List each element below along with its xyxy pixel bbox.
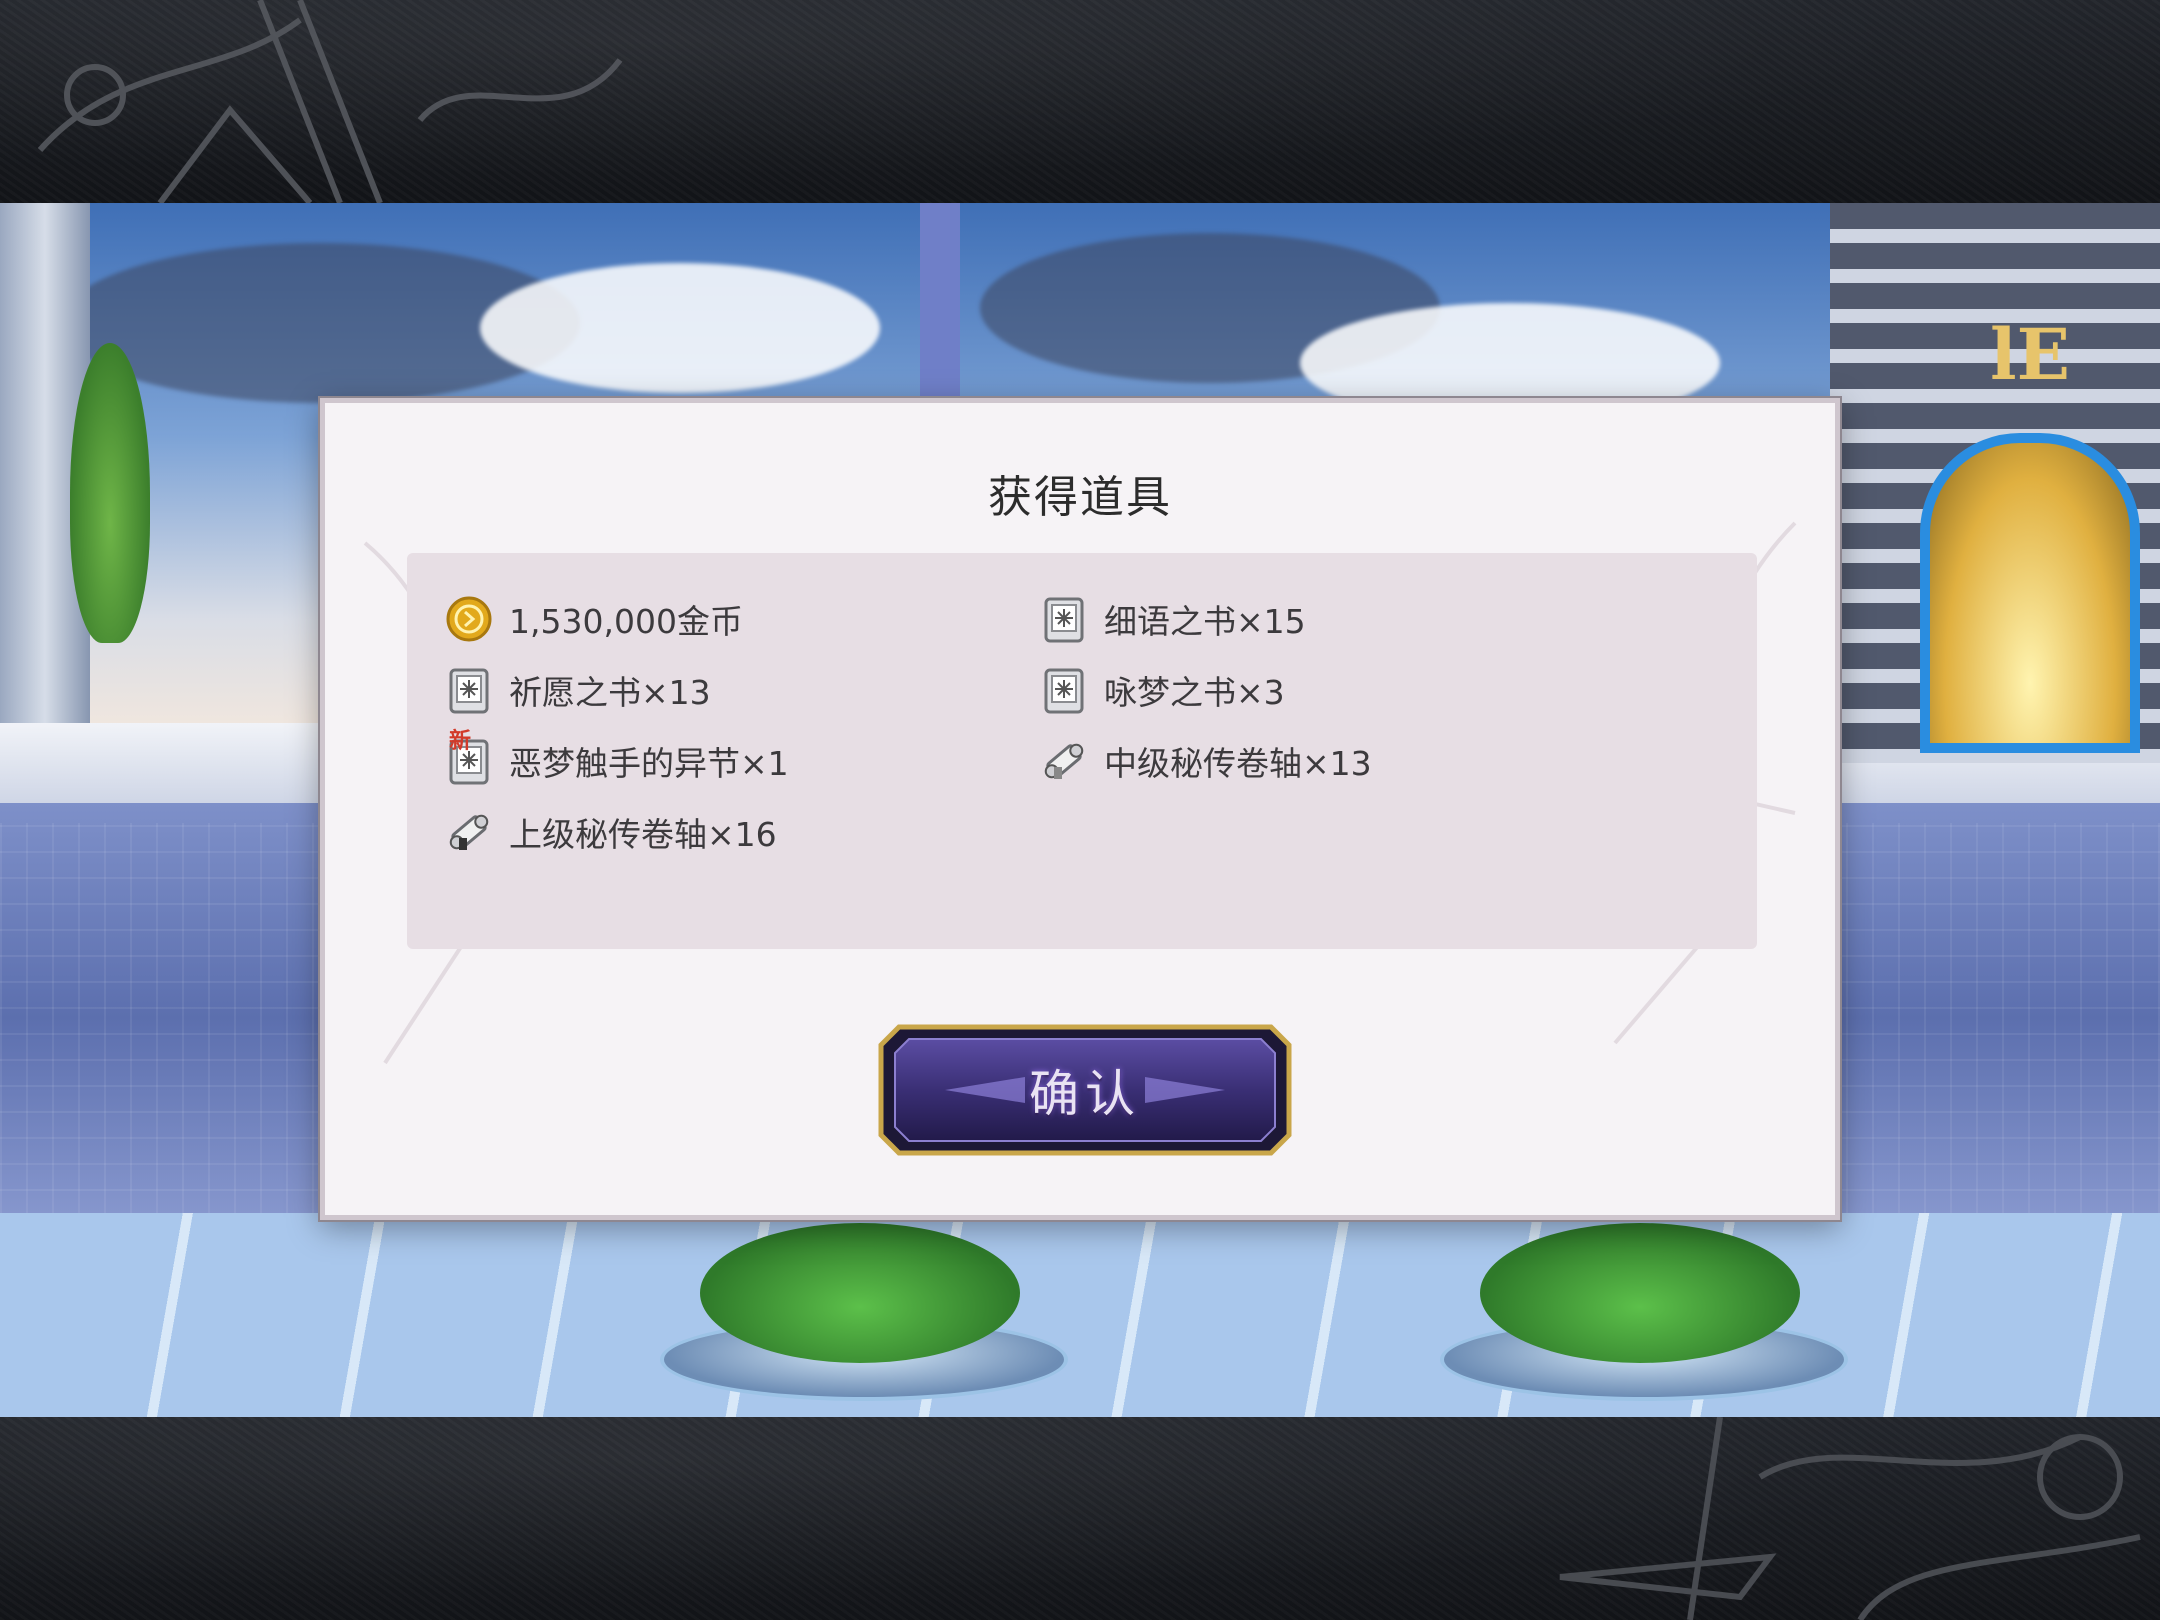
scroll-icon [445,808,493,856]
scroll-icon [1040,737,1088,785]
reward-item: 中级秘传卷轴×13 [1040,733,1372,789]
reward-item-label: 1,530,000金币 [509,602,743,641]
reward-list-panel: 1,530,000金币 祈愿之书×13 新 恶梦触手的异节×1 上级秘传卷轴×1… [407,553,1757,949]
reward-item-new: 新 恶梦触手的异节×1 [445,729,789,789]
reward-item: 祈愿之书×13 [445,662,711,718]
reward-dialog: 获得道具 1,530,000金币 祈愿之书×13 新 恶梦触手的异节×1 上级秘… [320,398,1840,1220]
book-icon: 新 [445,729,493,785]
reward-item: 咏梦之书×3 [1040,662,1285,718]
planter [1430,1223,1850,1401]
glowing-door [1920,433,2140,753]
reward-item-label: 祈愿之书×13 [509,673,711,712]
planter-bush [1480,1223,1800,1363]
reward-item-label: 细语之书×15 [1104,602,1306,641]
ornament-top-left [37,0,623,203]
planter-bush [700,1223,1020,1363]
top-decor-band [0,0,2160,203]
reward-item: 细语之书×15 [1040,591,1306,647]
book-icon [1040,595,1088,643]
spire [920,203,960,403]
reward-item-label: 咏梦之书×3 [1104,673,1285,712]
building-sign: lE [1990,313,2070,396]
bottom-decor-band [0,1417,2160,1620]
gold-coin-icon [445,595,493,643]
reward-item-label: 上级秘传卷轴×16 [509,815,777,854]
reward-item-gold: 1,530,000金币 [445,591,743,647]
new-badge: 新 [449,729,472,754]
ornament-bottom-right [1559,1417,2141,1620]
planter [650,1223,1070,1401]
dialog-title: 获得道具 [988,472,1172,523]
confirm-button-label: 确认 [1029,1065,1141,1123]
reward-item: 上级秘传卷轴×16 [445,804,777,860]
book-icon [445,666,493,714]
reward-item-label: 恶梦触手的异节×1 [509,744,789,783]
cloud [480,263,880,393]
tree [70,343,150,643]
reward-item-label: 中级秘传卷轴×13 [1104,744,1372,783]
book-icon [1040,666,1088,714]
confirm-button[interactable]: 确认 [875,1021,1295,1159]
